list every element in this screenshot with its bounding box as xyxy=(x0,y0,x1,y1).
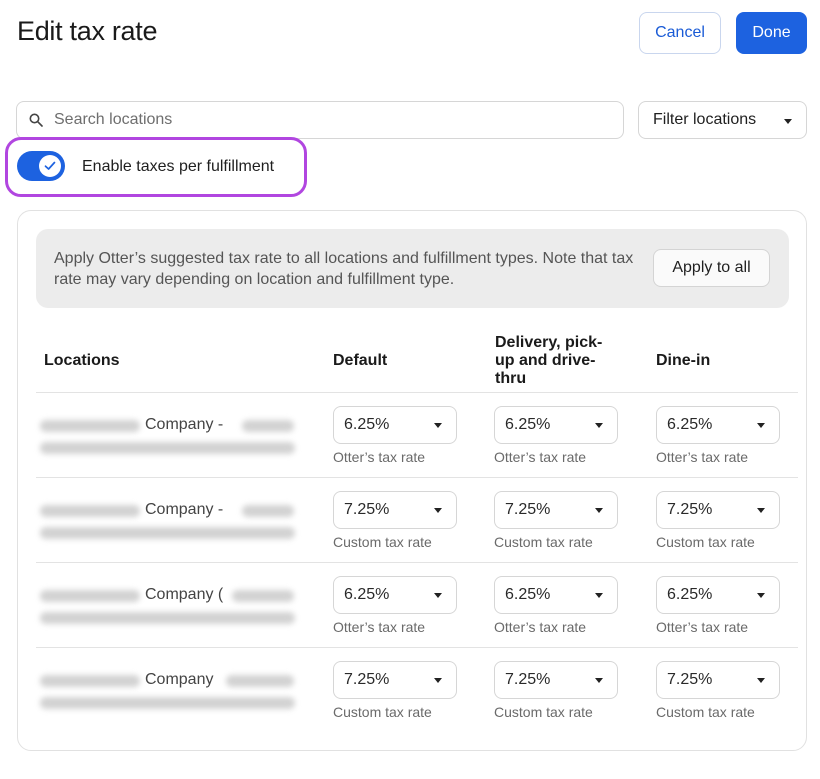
caret-down-icon xyxy=(757,423,765,428)
location-address-redacted xyxy=(40,612,295,624)
rate-type: Otter’s tax rate xyxy=(656,619,749,635)
location-name-redacted xyxy=(40,420,140,432)
rate-type: Otter’s tax rate xyxy=(333,449,426,465)
location-name: Company - xyxy=(145,416,224,433)
header-locations: Locations xyxy=(44,352,120,369)
search-input[interactable] xyxy=(54,111,594,129)
location-name-redacted xyxy=(242,505,294,517)
caret-down-icon xyxy=(434,508,442,513)
rate-type: Custom tax rate xyxy=(656,534,755,550)
location-name: Company - xyxy=(145,501,224,518)
header-dinein: Dine-in xyxy=(656,352,711,369)
delivery-rate-select[interactable]: 7.25% xyxy=(494,661,618,699)
rate-type: Otter’s tax rate xyxy=(494,449,587,465)
rate-value: 6.25% xyxy=(667,416,713,433)
rate-type: Custom tax rate xyxy=(333,704,432,720)
row-divider xyxy=(36,562,798,563)
default-rate-select[interactable]: 7.25% xyxy=(333,661,457,699)
rate-value: 7.25% xyxy=(667,501,713,518)
filter-locations-dropdown[interactable]: Filter locations xyxy=(638,101,807,139)
toggle-knob xyxy=(39,155,61,177)
rate-type: Otter’s tax rate xyxy=(656,449,749,465)
rate-type: Custom tax rate xyxy=(333,534,432,550)
caret-down-icon xyxy=(784,119,792,124)
rate-value: 7.25% xyxy=(505,671,551,688)
check-icon xyxy=(44,161,56,170)
caret-down-icon xyxy=(757,508,765,513)
caret-down-icon xyxy=(757,593,765,598)
caret-down-icon xyxy=(757,678,765,683)
rate-type: Otter’s tax rate xyxy=(333,619,426,635)
location-address-redacted xyxy=(40,442,295,454)
caret-down-icon xyxy=(434,593,442,598)
location-name: Company ( xyxy=(145,586,224,603)
caret-down-icon xyxy=(595,508,603,513)
enable-taxes-toggle[interactable] xyxy=(17,151,65,181)
rate-value: 7.25% xyxy=(344,501,390,518)
toggle-label: Enable taxes per fulfillment xyxy=(82,158,275,175)
dinein-rate-select[interactable]: 6.25% xyxy=(656,576,780,614)
rate-value: 7.25% xyxy=(344,671,390,688)
location-address-redacted xyxy=(40,527,295,539)
rate-value: 7.25% xyxy=(667,671,713,688)
location-name-redacted xyxy=(40,675,140,687)
row-divider xyxy=(36,392,798,393)
header-delivery: Delivery, pick-up and drive-thru xyxy=(495,334,603,387)
apply-to-all-button[interactable]: Apply to all xyxy=(653,249,770,287)
rate-type: Custom tax rate xyxy=(494,704,593,720)
default-rate-select[interactable]: 7.25% xyxy=(333,491,457,529)
location-name-redacted xyxy=(40,590,140,602)
rate-type: Custom tax rate xyxy=(494,534,593,550)
default-rate-select[interactable]: 6.25% xyxy=(333,406,457,444)
location-name-redacted xyxy=(40,505,140,517)
dinein-rate-select[interactable]: 7.25% xyxy=(656,491,780,529)
location-name-redacted xyxy=(242,420,294,432)
delivery-rate-select[interactable]: 7.25% xyxy=(494,491,618,529)
delivery-rate-select[interactable]: 6.25% xyxy=(494,576,618,614)
suggested-rate-banner: Apply Otter’s suggested tax rate to all … xyxy=(36,229,789,308)
search-icon xyxy=(29,113,43,127)
banner-text: Apply Otter’s suggested tax rate to all … xyxy=(54,250,634,288)
location-name-redacted xyxy=(226,675,294,687)
rate-value: 6.25% xyxy=(344,416,390,433)
search-box[interactable] xyxy=(16,101,624,139)
rate-value: 6.25% xyxy=(344,586,390,603)
location-address-redacted xyxy=(40,697,295,709)
rate-type: Otter’s tax rate xyxy=(494,619,587,635)
header-default: Default xyxy=(333,352,388,369)
location-name: Company xyxy=(145,671,214,688)
done-button[interactable]: Done xyxy=(736,12,807,54)
dinein-rate-select[interactable]: 6.25% xyxy=(656,406,780,444)
caret-down-icon xyxy=(595,423,603,428)
page-title: Edit tax rate xyxy=(17,16,158,46)
rate-type: Custom tax rate xyxy=(656,704,755,720)
caret-down-icon xyxy=(434,678,442,683)
caret-down-icon xyxy=(595,593,603,598)
row-divider xyxy=(36,647,798,648)
rate-value: 7.25% xyxy=(505,501,551,518)
default-rate-select[interactable]: 6.25% xyxy=(333,576,457,614)
cancel-button[interactable]: Cancel xyxy=(639,12,721,54)
dinein-rate-select[interactable]: 7.25% xyxy=(656,661,780,699)
rate-value: 6.25% xyxy=(505,586,551,603)
delivery-rate-select[interactable]: 6.25% xyxy=(494,406,618,444)
row-divider xyxy=(36,477,798,478)
location-name-redacted xyxy=(232,590,294,602)
filter-locations-label: Filter locations xyxy=(653,111,757,128)
caret-down-icon xyxy=(434,423,442,428)
rate-value: 6.25% xyxy=(505,416,551,433)
rate-value: 6.25% xyxy=(667,586,713,603)
caret-down-icon xyxy=(595,678,603,683)
